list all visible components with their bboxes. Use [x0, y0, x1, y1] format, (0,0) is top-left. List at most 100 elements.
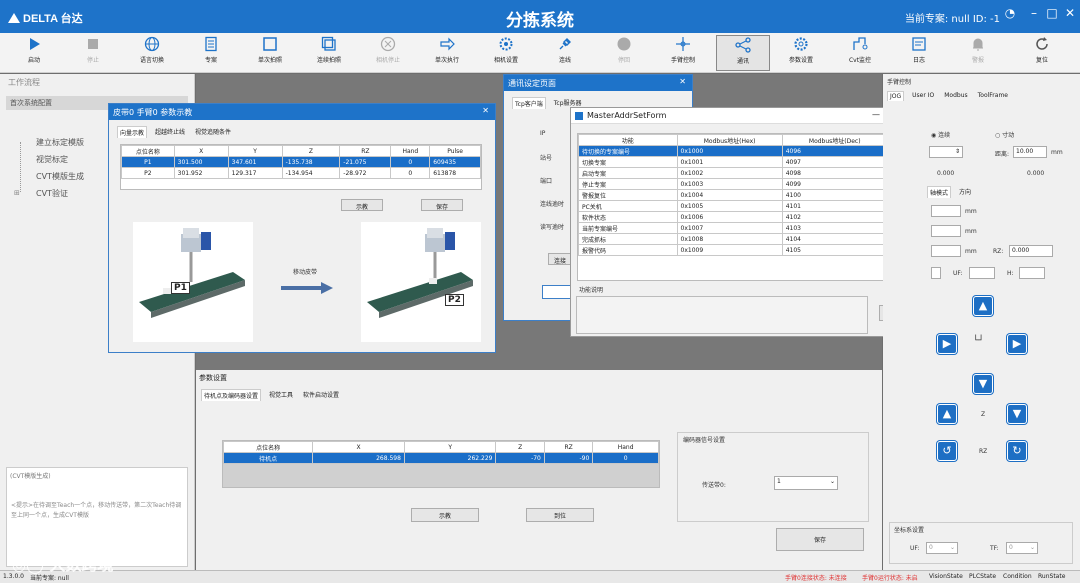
table-row[interactable]: P2 301.952 129.317 -134.954 -28.972 0 613878: [121, 167, 481, 179]
toolbar-reset-button[interactable]: 复位: [1018, 35, 1066, 71]
table-row[interactable]: 软件状态0x10064102R: [578, 211, 918, 223]
jog-value-2: 0.000: [1027, 170, 1045, 177]
jog-z-plus-button[interactable]: ▲: [937, 404, 957, 424]
params-save-button[interactable]: 保存: [776, 528, 864, 551]
tab-user-io[interactable]: User IO: [910, 91, 936, 101]
close-icon[interactable]: ✕: [482, 106, 489, 115]
tree-expand-icon[interactable]: ⊞: [14, 189, 20, 197]
table-row[interactable]: 当前专案编号0x10074103R: [578, 222, 918, 234]
table-row[interactable]: 报警代码0x10094105R: [578, 244, 918, 256]
tab-modbus[interactable]: Modbus: [942, 91, 969, 101]
table-row[interactable]: 停止专案0x10034099W: [578, 178, 918, 190]
toolbar-language-button[interactable]: 语言切换: [128, 35, 176, 71]
arm-tabs: JOG User IO Modbus ToolFrame: [887, 91, 1010, 101]
jog-y-minus-button[interactable]: ▼: [973, 374, 993, 394]
table-row[interactable]: 切换专案0x10014097W: [578, 156, 918, 168]
close-icon[interactable]: ✕: [679, 77, 686, 86]
notification-icon[interactable]: ◔: [1003, 6, 1017, 20]
toolbar-continuous-capture-button[interactable]: 连续拍照: [305, 35, 353, 71]
table-row[interactable]: 警报复位0x10044100W: [578, 189, 918, 201]
close-button[interactable]: ✕: [1063, 6, 1077, 20]
belt-teach-dialog: 皮带0 手臂0 参数示教 ✕ 向量示教 超越终止线 视觉追随条件 点位名称 X Y Z R…: [108, 103, 496, 353]
distance-input[interactable]: 10.00: [1013, 146, 1047, 158]
minimize-icon[interactable]: —: [872, 110, 880, 119]
jog-y-plus-button[interactable]: ▲: [973, 296, 993, 316]
tab-tcp-client[interactable]: Tcp客户端: [512, 97, 546, 109]
toolbar-single-capture-button[interactable]: 单次拍照: [246, 35, 294, 71]
toolbar-return-button[interactable]: 停回: [600, 35, 648, 71]
table-row[interactable]: PC关机0x10054101W: [578, 200, 918, 212]
teach-button[interactable]: 示教: [411, 508, 479, 522]
info-title: (CVT模版生成): [10, 473, 51, 480]
tab-software-startup[interactable]: 软件启动设置: [301, 389, 341, 401]
tab-vision-follow[interactable]: 视觉追随条件: [193, 126, 233, 138]
jog-rz-minus-button[interactable]: ↺: [937, 441, 957, 461]
tab-direction[interactable]: 方向: [957, 186, 973, 198]
toolbar-stop-button[interactable]: 停止: [69, 35, 117, 71]
ip-label: IP: [540, 130, 546, 137]
comm-secondary-button[interactable]: [542, 285, 572, 299]
tree-item-calibration-template[interactable]: 建立标定模版: [36, 137, 84, 148]
tab-standby-encoder[interactable]: 待机点及编码器设置: [201, 389, 262, 401]
info-text: <提示>在待调至Teach一个点，移动传送带，第二次Teach待调至上同一个点，…: [11, 502, 182, 519]
z-input[interactable]: [931, 245, 961, 257]
belt-points-table: 点位名称 X Y Z RZ Hand Pulse P1 301.500 347.601 -135.…: [121, 145, 481, 179]
belt-dialog-titlebar: 皮带0 手臂0 参数示教 ✕: [109, 104, 495, 120]
minimize-button[interactable]: –: [1027, 6, 1041, 20]
toolbar-project-button[interactable]: 专案: [187, 35, 235, 71]
rw-timeout-label: 读写逾时: [540, 224, 565, 231]
uf-label: UF:: [953, 270, 963, 277]
tree-item-cvt-template[interactable]: CVT模版生成: [36, 171, 84, 182]
speed-input[interactable]: ⇕: [929, 146, 963, 158]
run-state: RunState: [1038, 573, 1066, 580]
tab-vector-teach[interactable]: 向量示教: [117, 126, 148, 138]
toolbar-communication-button[interactable]: 通讯: [716, 35, 770, 71]
toolbar-alarm-button[interactable]: 警报: [954, 35, 1002, 71]
tab-toolframe[interactable]: ToolFrame: [976, 91, 1010, 101]
table-row[interactable]: 启动专案0x10024098W: [578, 167, 918, 179]
toolbar-connect-button[interactable]: 连线: [541, 35, 589, 71]
tree-item-vision-calibration[interactable]: 视觉标定: [36, 154, 68, 165]
uf-input[interactable]: [969, 267, 995, 279]
addr-dialog-title: MasterAddrSetForm: [587, 111, 667, 120]
maximize-button[interactable]: □: [1045, 6, 1059, 20]
coord-tf-select[interactable]: 0 ⌄: [1006, 542, 1038, 554]
jog-x-minus-button[interactable]: ▶: [937, 334, 957, 354]
comm-connect-button[interactable]: 连接: [548, 253, 572, 265]
p2-label: P2: [445, 294, 464, 306]
bell-icon: [970, 36, 986, 52]
jog-rz-plus-button[interactable]: ↻: [1007, 441, 1027, 461]
inch-radio[interactable]: ○ 寸动: [995, 130, 1014, 139]
arm-run-status: 手臂0运行状态: 未启: [862, 575, 918, 582]
goto-button[interactable]: 到位: [526, 508, 594, 522]
belt-select[interactable]: 1 ⌄: [774, 476, 838, 490]
toolbar-parameter-settings-button[interactable]: 参数设置: [777, 35, 825, 71]
rz-input[interactable]: 0.000: [1009, 245, 1053, 257]
table-row[interactable]: 完成抓标0x10084104R: [578, 233, 918, 245]
h-input[interactable]: [1019, 267, 1045, 279]
toolbar-single-run-button[interactable]: 单次执行: [423, 35, 471, 71]
toolbar-arm-control-button[interactable]: 手臂控制: [659, 35, 707, 71]
toolbar-log-button[interactable]: 日志: [895, 35, 943, 71]
continuous-radio[interactable]: ◉ 连续: [931, 130, 950, 139]
tab-vision-tools[interactable]: 视觉工具: [267, 389, 295, 401]
table-row[interactable]: P1 301.500 347.601 -135.738 -21.075 0 609435: [121, 156, 481, 168]
coord-uf-select[interactable]: 0 ⌄: [926, 542, 958, 554]
hand-input[interactable]: [931, 267, 941, 279]
tree-item-cvt-verify[interactable]: CVT验证: [36, 188, 68, 199]
tab-axis-mode[interactable]: 轴模式: [927, 186, 952, 198]
belt-teach-button[interactable]: 示教: [341, 199, 383, 211]
belt-save-button[interactable]: 保存: [421, 199, 463, 211]
jog-z-minus-button[interactable]: ▼: [1007, 404, 1027, 424]
toolbar-camera-stop-button[interactable]: 相机停止: [364, 35, 412, 71]
tab-jog[interactable]: JOG: [887, 91, 905, 101]
y-input[interactable]: [931, 225, 961, 237]
jog-x-plus-button[interactable]: ▶: [1007, 334, 1027, 354]
toolbar-cvt-monitor-button[interactable]: Cvt监控: [836, 35, 884, 71]
x-input[interactable]: [931, 205, 961, 217]
toolbar-camera-settings-button[interactable]: 相机设置: [482, 35, 530, 71]
toolbar-start-button[interactable]: 启动: [10, 35, 58, 71]
table-row[interactable]: 待切换的专案编号0x10004096W: [578, 145, 918, 157]
table-row[interactable]: 待机点 268.598 262.229 -70 -90 0: [222, 452, 659, 464]
tab-over-limit[interactable]: 超越终止线: [153, 126, 187, 138]
